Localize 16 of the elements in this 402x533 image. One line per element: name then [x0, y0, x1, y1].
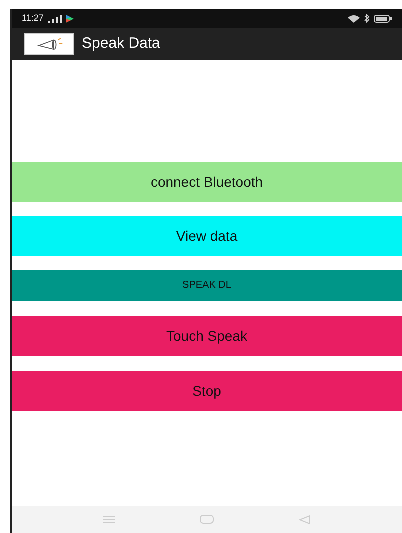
bluetooth-icon [364, 14, 370, 23]
menu-icon[interactable] [102, 516, 115, 524]
action-button[interactable]: View data [12, 216, 402, 256]
status-time: 11:27 [22, 12, 44, 25]
signal-icon [48, 14, 62, 22]
home-icon[interactable] [200, 515, 214, 524]
wifi-icon [348, 14, 360, 22]
action-button[interactable]: Stop [12, 371, 402, 411]
action-button[interactable]: Touch Speak [12, 316, 402, 356]
play-store-icon [66, 14, 74, 22]
action-button[interactable]: SPEAK DL [12, 270, 402, 301]
app-title: Speak Data [82, 34, 160, 54]
battery-icon [374, 14, 392, 22]
megaphone-icon [24, 33, 74, 55]
back-icon[interactable] [299, 514, 312, 524]
action-button[interactable]: connect Bluetooth [12, 162, 402, 202]
